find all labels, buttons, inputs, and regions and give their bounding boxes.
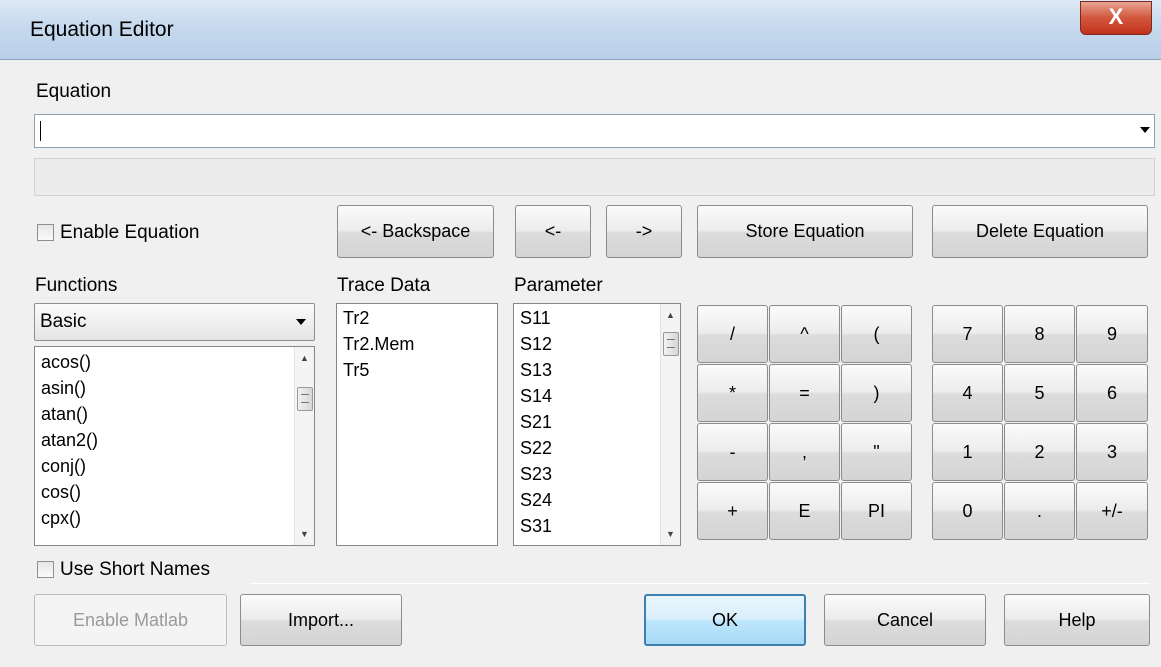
key-power[interactable]: ^ — [769, 305, 840, 363]
scroll-thumb[interactable] — [663, 332, 679, 356]
enable-equation-label: Enable Equation — [60, 222, 200, 243]
chevron-down-icon[interactable] — [1140, 127, 1150, 133]
list-item[interactable]: cpx() — [41, 508, 81, 529]
key-5[interactable]: 5 — [1004, 364, 1075, 422]
key-multiply[interactable]: * — [697, 364, 768, 422]
scroll-down-icon[interactable]: ▼ — [661, 525, 680, 543]
chevron-down-icon[interactable] — [296, 319, 306, 325]
list-item[interactable]: conj() — [41, 456, 86, 477]
list-item[interactable]: S22 — [520, 438, 552, 459]
list-item[interactable]: S21 — [520, 412, 552, 433]
equation-label: Equation — [36, 81, 112, 102]
functions-list[interactable]: acos() asin() atan() atan2() conj() cos(… — [34, 346, 315, 546]
key-divide[interactable]: / — [697, 305, 768, 363]
key-plus[interactable]: + — [697, 482, 768, 540]
delete-equation-button[interactable]: Delete Equation — [932, 205, 1148, 258]
cursor-right-button[interactable]: -> — [606, 205, 682, 258]
key-4[interactable]: 4 — [932, 364, 1003, 422]
parameter-list[interactable]: S11 S12 S13 S14 S21 S22 S23 S24 S31 ▲ ▼ — [513, 303, 681, 546]
list-item[interactable]: S13 — [520, 360, 552, 381]
key-minus[interactable]: - — [697, 423, 768, 481]
functions-label: Functions — [35, 275, 118, 296]
use-short-names-checkbox[interactable] — [37, 561, 54, 578]
list-item[interactable]: S12 — [520, 334, 552, 355]
key-decimal[interactable]: . — [1004, 482, 1075, 540]
list-item[interactable]: S23 — [520, 464, 552, 485]
cursor-left-button[interactable]: <- — [515, 205, 591, 258]
ok-button[interactable]: OK — [644, 594, 806, 646]
key-0[interactable]: 0 — [932, 482, 1003, 540]
list-item[interactable]: asin() — [41, 378, 86, 399]
list-item[interactable]: Tr5 — [343, 360, 369, 381]
key-close-paren[interactable]: ) — [841, 364, 912, 422]
trace-data-label: Trace Data — [337, 275, 431, 296]
key-6[interactable]: 6 — [1076, 364, 1148, 422]
separator — [250, 583, 1150, 584]
key-3[interactable]: 3 — [1076, 423, 1148, 481]
key-8[interactable]: 8 — [1004, 305, 1075, 363]
enable-equation-checkbox[interactable] — [37, 224, 54, 241]
list-item[interactable]: Tr2 — [343, 308, 369, 329]
key-quote[interactable]: " — [841, 423, 912, 481]
list-item[interactable]: S24 — [520, 490, 552, 511]
title-bar — [0, 0, 1161, 60]
key-plus-minus[interactable]: +/- — [1076, 482, 1148, 540]
import-button[interactable]: Import... — [240, 594, 402, 646]
functions-category-select[interactable]: Basic — [34, 303, 315, 341]
scroll-up-icon[interactable]: ▲ — [295, 349, 314, 367]
equation-status — [34, 158, 1155, 196]
backspace-button[interactable]: <- Backspace — [337, 205, 494, 258]
list-item[interactable]: atan() — [41, 404, 88, 425]
key-exponent[interactable]: E — [769, 482, 840, 540]
list-item[interactable]: S11 — [520, 308, 551, 329]
scroll-down-icon[interactable]: ▼ — [295, 525, 314, 543]
list-item[interactable]: acos() — [41, 352, 91, 373]
parameter-scrollbar[interactable]: ▲ ▼ — [660, 304, 680, 545]
key-7[interactable]: 7 — [932, 305, 1003, 363]
list-item[interactable]: S14 — [520, 386, 552, 407]
key-1[interactable]: 1 — [932, 423, 1003, 481]
use-short-names-label: Use Short Names — [60, 559, 210, 580]
list-item[interactable]: S31 — [520, 516, 552, 537]
window-title: Equation Editor — [30, 18, 174, 41]
list-item[interactable]: Tr2.Mem — [343, 334, 414, 355]
key-9[interactable]: 9 — [1076, 305, 1148, 363]
functions-category-value: Basic — [40, 311, 87, 332]
trace-data-list[interactable]: Tr2 Tr2.Mem Tr5 — [336, 303, 498, 546]
key-equals[interactable]: = — [769, 364, 840, 422]
scroll-up-icon[interactable]: ▲ — [661, 306, 680, 324]
parameter-label: Parameter — [514, 275, 603, 296]
enable-matlab-button[interactable]: Enable Matlab — [34, 594, 227, 646]
key-pi[interactable]: PI — [841, 482, 912, 540]
store-equation-button[interactable]: Store Equation — [697, 205, 913, 258]
list-item[interactable]: cos() — [41, 482, 81, 503]
text-caret — [40, 121, 41, 141]
list-item[interactable]: atan2() — [41, 430, 98, 451]
functions-scrollbar[interactable]: ▲ ▼ — [294, 347, 314, 545]
key-2[interactable]: 2 — [1004, 423, 1075, 481]
help-button[interactable]: Help — [1004, 594, 1150, 646]
key-open-paren[interactable]: ( — [841, 305, 912, 363]
equation-input[interactable] — [34, 114, 1155, 148]
scroll-thumb[interactable] — [297, 387, 313, 411]
close-button[interactable]: X — [1080, 1, 1152, 35]
cancel-button[interactable]: Cancel — [824, 594, 986, 646]
key-comma[interactable]: , — [769, 423, 840, 481]
